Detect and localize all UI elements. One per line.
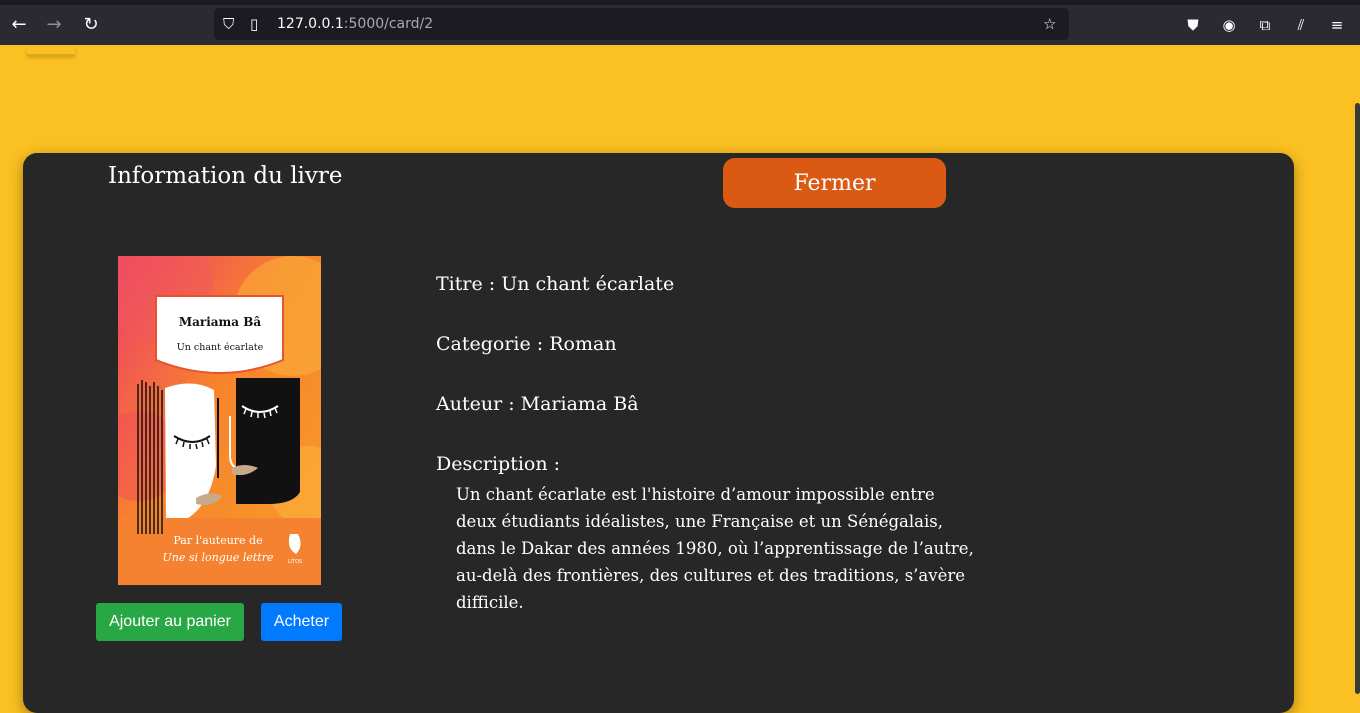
- extensions-icon[interactable]: ⧉: [1252, 12, 1278, 38]
- book-description: Un chant écarlate est l'histoire d’amour…: [456, 485, 974, 612]
- book-author-row: Auteur : Mariama Bâ: [436, 393, 639, 415]
- book-category-label: Categorie :: [436, 333, 550, 355]
- book-author-value: Mariama Bâ: [520, 393, 639, 415]
- book-title-label: Titre :: [436, 273, 502, 295]
- close-button[interactable]: Fermer: [723, 158, 946, 208]
- sidebar-icon[interactable]: ⫽: [1288, 12, 1314, 38]
- account-icon[interactable]: ◉: [1216, 12, 1242, 38]
- add-to-cart-button[interactable]: Ajouter au panier: [96, 603, 244, 641]
- buy-button[interactable]: Acheter: [261, 603, 342, 641]
- book-title-value: Un chant écarlate: [501, 273, 675, 295]
- background-logo: [27, 45, 75, 56]
- browser-toolbar: ← → ↻ ⛉ ▯ 127.0.0.1:5000/card/2 ☆ ⛊ ◉ ⧉ …: [0, 0, 1360, 45]
- book-category-row: Categorie : Roman: [436, 333, 617, 355]
- forward-icon[interactable]: →: [40, 12, 68, 38]
- cover-publisher: LITOS: [288, 559, 302, 565]
- cover-tagline-2: Une si longue lettre: [162, 551, 274, 564]
- back-icon[interactable]: ←: [5, 12, 33, 38]
- modal-title: Information du livre: [108, 163, 343, 189]
- page-icon[interactable]: ▯: [250, 12, 258, 36]
- book-title-row: Titre : Un chant écarlate: [436, 273, 674, 295]
- address-bar[interactable]: ⛉ ▯ 127.0.0.1:5000/card/2 ☆: [214, 8, 1069, 40]
- url-host: 127.0.0.1: [277, 16, 344, 32]
- book-author-label: Auteur :: [436, 393, 521, 415]
- bookmark-star-icon[interactable]: ☆: [1043, 12, 1056, 36]
- page-scrollbar[interactable]: [1355, 103, 1360, 694]
- book-info-modal: Information du livre Fermer LITOS Mariam…: [23, 153, 1294, 713]
- book-description-label: Description :: [436, 453, 561, 475]
- cover-title: Un chant écarlate: [177, 342, 264, 353]
- book-cover: LITOS Mariama Bâ Un chant écarlate Par l…: [118, 256, 321, 585]
- book-category-value: Roman: [549, 333, 617, 355]
- menu-icon[interactable]: ≡: [1324, 12, 1350, 38]
- url-text[interactable]: 127.0.0.1:5000/card/2: [277, 12, 433, 36]
- shield-icon[interactable]: ⛉: [223, 12, 234, 36]
- cover-tagline-1: Par l'auteure de: [173, 534, 262, 547]
- reload-icon[interactable]: ↻: [77, 12, 105, 38]
- pocket-icon[interactable]: ⛊: [1180, 12, 1206, 38]
- url-path: :5000/card/2: [343, 16, 434, 32]
- cover-author: Mariama Bâ: [179, 315, 262, 329]
